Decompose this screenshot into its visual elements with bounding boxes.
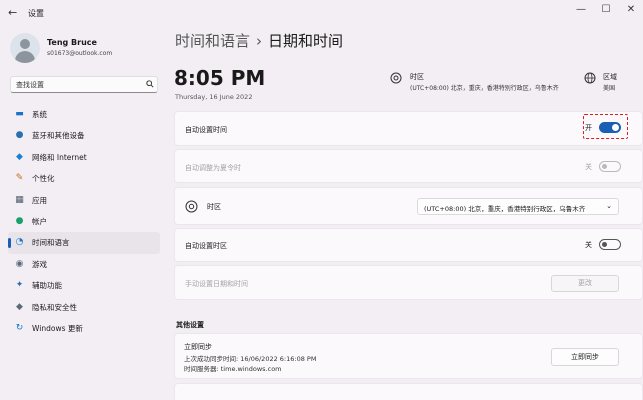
sidebar-item-icon: ◆: [16, 151, 23, 162]
time-server-text: 时间服务器: time.windows.com: [184, 365, 282, 373]
auto-timezone-label: 自动设置时区: [185, 242, 227, 250]
next-card: [174, 383, 643, 400]
sidebar-item-8[interactable]: ✦ 辅助功能: [8, 275, 160, 296]
page-title: 日期和时间: [268, 32, 344, 50]
region-summary-label: 区域: [603, 73, 617, 81]
timezone-dropdown[interactable]: (UTC+08:00) 北京，重庆，香港特别行政区，乌鲁木齐 ⌄: [417, 198, 619, 215]
profile-email: s01673@outlook.com: [47, 50, 113, 57]
sidebar-item-label: Windows 更新: [32, 323, 83, 333]
timezone-summary-value: (UTC+08:00) 北京，重庆，香港特别行政区，乌鲁木齐: [410, 85, 559, 92]
breadcrumb: 时间和语言 › 日期和时间: [175, 30, 343, 51]
sidebar-item-5[interactable]: ● 帐户: [8, 211, 160, 232]
avatar-head-shape: [20, 39, 30, 49]
sidebar-item-7[interactable]: ◉ 游戏: [8, 254, 160, 275]
sidebar-item-icon: ●: [15, 215, 24, 226]
sidebar-item-label: 网络和 Internet: [32, 152, 87, 162]
search-input[interactable]: 查找设置: [10, 76, 158, 93]
globe-icon: [584, 72, 596, 84]
sidebar-item-10[interactable]: ↻ Windows 更新: [8, 318, 160, 339]
sidebar-item-label: 蓝牙和其他设备: [32, 131, 85, 141]
profile-name: Teng Bruce: [47, 38, 97, 47]
back-arrow-icon[interactable]: ←: [8, 6, 17, 19]
toggle-knob: [602, 164, 607, 169]
breadcrumb-parent[interactable]: 时间和语言: [175, 32, 250, 50]
sidebar-nav: ▬ 系统 ● 蓝牙和其他设备 ◆ 网络和 Internet ✎ 个性化 ▦ 应用 ● 帐户 ◔ 时间和语言…: [8, 104, 160, 339]
change-button[interactable]: 更改: [551, 275, 619, 292]
dst-label: 自动调整为夏令时: [185, 164, 241, 172]
sidebar-item-icon: ✎: [15, 173, 24, 184]
chevron-down-icon: ⌄: [606, 202, 612, 210]
sidebar-item-9[interactable]: ◆ 隐私和安全性: [8, 297, 160, 318]
sidebar-item-icon: ◆: [16, 301, 23, 312]
sync-title: 立即同步: [184, 343, 212, 351]
sidebar-item-4[interactable]: ▦ 应用: [8, 190, 160, 211]
sidebar-item-label: 辅助功能: [32, 281, 62, 291]
highlight-box: [583, 114, 628, 139]
dst-state: 关: [585, 163, 592, 171]
sidebar-item-label: 隐私和安全性: [32, 302, 77, 312]
timezone-summary-label: 时区: [410, 73, 424, 81]
sidebar-item-icon: ▬: [15, 109, 24, 119]
sidebar-item-label: 个性化: [32, 174, 55, 184]
sidebar-item-label: 时间和语言: [32, 238, 70, 248]
last-sync-text: 上次成功同步时间: 16/06/2022 6:16:08 PM: [184, 355, 317, 363]
sync-now-button[interactable]: 立即同步: [551, 348, 619, 366]
region-summary-value: 美国: [603, 85, 616, 92]
manual-time-label: 手动设置日期和时间: [185, 280, 248, 288]
sidebar-item-label: 游戏: [32, 259, 47, 269]
sidebar-item-label: 帐户: [32, 216, 47, 226]
sidebar-item-icon: ▦: [15, 194, 24, 205]
avatar-body-shape: [15, 51, 35, 63]
auto-timezone-toggle[interactable]: [599, 239, 621, 250]
sidebar-item-6[interactable]: ◔ 时间和语言: [8, 232, 160, 254]
title-bar: ← 设置 — ☐ ✕: [0, 0, 643, 28]
sidebar-item-icon: ◉: [15, 258, 24, 269]
sidebar-item-icon: ✦: [15, 280, 24, 291]
dst-toggle[interactable]: [599, 161, 621, 172]
close-button[interactable]: ✕: [624, 4, 638, 15]
sidebar-item-icon: ↻: [15, 322, 24, 333]
timezone-icon: [185, 200, 198, 213]
timezone-label: 时区: [207, 203, 221, 211]
sidebar-item-icon: ◔: [15, 237, 24, 248]
avatar[interactable]: [10, 33, 40, 63]
app-title: 设置: [28, 9, 44, 18]
sidebar-item-icon: ●: [15, 130, 24, 141]
auto-timezone-state: 关: [585, 241, 592, 249]
sidebar-item-1[interactable]: ● 蓝牙和其他设备: [8, 125, 160, 146]
auto-timezone-card: 自动设置时区: [174, 228, 643, 262]
auto-time-label: 自动设置时间: [185, 126, 227, 134]
current-date: Thursday, 16 June 2022: [175, 93, 253, 101]
search-icon[interactable]: [146, 80, 154, 88]
auto-time-card: 自动设置时间: [174, 111, 643, 146]
sidebar-item-label: 系统: [32, 110, 47, 119]
sidebar-item-3[interactable]: ✎ 个性化: [8, 168, 160, 189]
sidebar-item-0[interactable]: ▬ 系统: [8, 104, 160, 125]
breadcrumb-separator: ›: [256, 32, 263, 50]
timezone-dropdown-value: (UTC+08:00) 北京，重庆，香港特别行政区，乌鲁木齐: [424, 205, 586, 213]
timezone-icon: [390, 72, 402, 84]
section-title: 其他设置: [176, 321, 204, 329]
toggle-knob: [602, 242, 607, 247]
current-time: 8:05 PM: [174, 66, 266, 90]
minimize-button[interactable]: —: [574, 4, 588, 15]
maximize-button[interactable]: ☐: [599, 4, 613, 15]
dst-card: 自动调整为夏令时: [174, 149, 643, 183]
sidebar-item-2[interactable]: ◆ 网络和 Internet: [8, 147, 160, 168]
sidebar-item-label: 应用: [32, 195, 47, 205]
